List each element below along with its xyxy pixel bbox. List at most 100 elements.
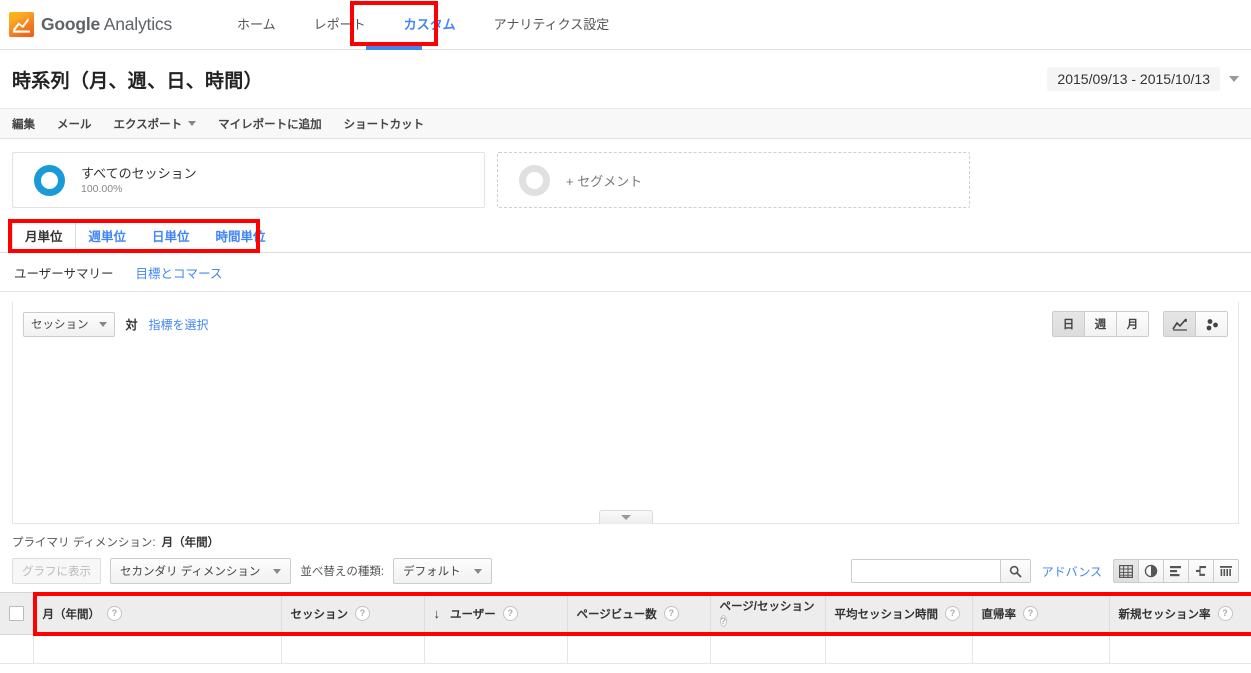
line-chart-icon[interactable] [1163, 311, 1196, 337]
tab-weekly[interactable]: 週単位 [76, 220, 140, 252]
advanced-filter-link[interactable]: アドバンス [1042, 563, 1102, 580]
add-to-dashboard-button[interactable]: マイレポートに追加 [218, 116, 322, 132]
primary-metric-value: セッション [31, 319, 89, 331]
granularity-week-button[interactable]: 週 [1084, 311, 1117, 337]
select-all-checkbox[interactable] [9, 606, 24, 621]
help-icon[interactable]: ? [663, 606, 679, 621]
brand-logo[interactable]: Google Analytics [9, 12, 172, 37]
column-header-month[interactable]: 月（年間）? [33, 592, 282, 635]
tab-monthly[interactable]: 月単位 [12, 220, 76, 253]
segment-all-sessions[interactable]: すべてのセッション 100.00% [12, 152, 485, 208]
chart-panel: セッション 対 指標を選択 日 週 月 [12, 302, 1239, 524]
plot-rows-button[interactable]: グラフに表示 [12, 558, 101, 584]
chevron-down-icon [620, 515, 631, 520]
brand-text: Google Analytics [41, 14, 172, 35]
sort-type-value: デフォルト [403, 566, 461, 578]
email-label: メール [57, 118, 92, 131]
select-metric-link[interactable]: 指標を選択 [149, 316, 209, 333]
add-segment-button[interactable]: + セグメント [497, 152, 970, 208]
row-cell-pages-per-session [710, 634, 826, 664]
column-header-sessions[interactable]: セッション? [281, 592, 425, 635]
column-label-sessions: セッション [290, 608, 349, 621]
nav-item-custom[interactable]: カスタム [385, 0, 475, 49]
row-checkbox-cell[interactable] [0, 634, 34, 664]
table-header-row: 月（年間）? セッション? ↓ ユーザー? ページビュー数? ページ/セッション?… [0, 592, 1251, 635]
sort-type-label: 並べ替えの種類: [300, 566, 385, 578]
add-segment-label: + セグメント [566, 173, 643, 189]
sort-descending-icon: ↓ [433, 606, 441, 621]
column-label-pages-per-session: ページ/セッション [719, 600, 815, 613]
row-cell-pageviews [567, 634, 711, 664]
column-label-users: ユーザー [450, 608, 496, 621]
tab-daily[interactable]: 日単位 [139, 220, 203, 252]
granularity-day-button[interactable]: 日 [1052, 311, 1085, 337]
table-toolbar-left: グラフに表示 セカンダリ ディメンション 並べ替えの種類: デフォルト [12, 558, 492, 584]
search-icon[interactable] [999, 560, 1030, 582]
column-label-avg-session-duration: 平均セッション時間 [834, 608, 939, 621]
table-view-icon[interactable] [1113, 559, 1139, 583]
export-button[interactable]: エクスポート [114, 116, 197, 132]
row-cell-bounce-rate [972, 634, 1110, 664]
select-all-checkbox-cell [0, 592, 34, 635]
search-input[interactable] [851, 560, 1000, 582]
column-label-bounce-rate: 直帰率 [981, 608, 1017, 621]
brand-light: Analytics [100, 14, 173, 34]
plot-rows-label: グラフに表示 [22, 566, 91, 578]
analytics-logo-icon [9, 12, 34, 37]
sort-type-select[interactable]: デフォルト [393, 558, 492, 584]
donut-empty-icon [519, 164, 550, 196]
nav-items: ホーム レポート カスタム アナリティクス設定 [218, 0, 628, 49]
chevron-down-icon [188, 121, 197, 126]
edit-label: 編集 [12, 118, 35, 131]
chevron-down-icon [273, 568, 282, 574]
date-range-picker[interactable]: 2015/09/13 - 2015/10/13 [1047, 67, 1239, 91]
scatter-chart-icon[interactable] [1195, 311, 1228, 337]
column-header-pageviews[interactable]: ページビュー数? [567, 592, 711, 635]
edit-button[interactable]: 編集 [12, 116, 35, 132]
shortcut-button[interactable]: ショートカット [344, 116, 425, 132]
vs-label: 対 [125, 317, 138, 332]
data-table-container: 月（年間）? セッション? ↓ ユーザー? ページビュー数? ページ/セッション?… [0, 592, 1251, 664]
email-button[interactable]: メール [57, 116, 92, 132]
chevron-down-icon [1229, 76, 1239, 82]
secondary-dimension-label: セカンダリ ディメンション [120, 566, 261, 578]
help-icon[interactable]: ? [355, 606, 370, 621]
pivot-view-icon[interactable] [1213, 559, 1239, 583]
subtab-goals-ecommerce[interactable]: 目標とコマース [136, 263, 223, 282]
chart-collapse-handle[interactable] [598, 510, 653, 524]
chart-plot-area [13, 337, 1238, 487]
primary-dimension-value[interactable]: 月（年間） [162, 534, 220, 550]
table-search [850, 559, 1031, 583]
granularity-month-button[interactable]: 月 [1116, 311, 1149, 337]
tab-hourly[interactable]: 時間単位 [203, 220, 279, 252]
help-icon[interactable]: ? [945, 606, 960, 621]
row-cell-users [424, 634, 568, 664]
page-title: 時系列（月、週、日、時間） [12, 70, 263, 92]
bar-view-icon[interactable] [1163, 559, 1189, 583]
subtab-user-summary[interactable]: ユーザーサマリー [14, 263, 114, 282]
column-header-avg-session-duration[interactable]: 平均セッション時間? [825, 592, 973, 635]
table-row[interactable] [0, 634, 1251, 664]
primary-metric-select[interactable]: セッション [23, 311, 115, 337]
nav-item-home[interactable]: ホーム [218, 0, 295, 49]
column-header-pages-per-session[interactable]: ページ/セッション? [710, 592, 826, 635]
sub-tabs: ユーザーサマリー 目標とコマース [0, 253, 1251, 292]
nav-item-admin[interactable]: アナリティクス設定 [475, 0, 629, 49]
nav-item-reports[interactable]: レポート [295, 0, 385, 49]
column-label-pageviews: ページビュー数 [576, 608, 657, 621]
column-header-users[interactable]: ↓ ユーザー? [424, 592, 568, 635]
help-icon[interactable]: ? [502, 606, 518, 621]
column-header-bounce-rate[interactable]: 直帰率? [972, 592, 1110, 635]
page-header: 時系列（月、週、日、時間） 2015/09/13 - 2015/10/13 [0, 50, 1251, 108]
help-icon[interactable]: ? [1217, 606, 1233, 621]
segment-name: すべてのセッション [81, 165, 197, 181]
help-icon[interactable]: ? [1023, 606, 1038, 621]
comparison-view-icon[interactable] [1188, 559, 1214, 583]
column-header-new-sessions-rate[interactable]: 新規セッション率? [1109, 592, 1251, 635]
secondary-dimension-button[interactable]: セカンダリ ディメンション [110, 558, 292, 584]
help-icon[interactable]: ? [107, 606, 122, 621]
chevron-down-icon [98, 321, 107, 327]
help-icon[interactable]: ? [719, 614, 727, 627]
column-label-new-sessions-rate: 新規セッション率 [1118, 608, 1211, 621]
pie-view-icon[interactable] [1138, 559, 1164, 583]
